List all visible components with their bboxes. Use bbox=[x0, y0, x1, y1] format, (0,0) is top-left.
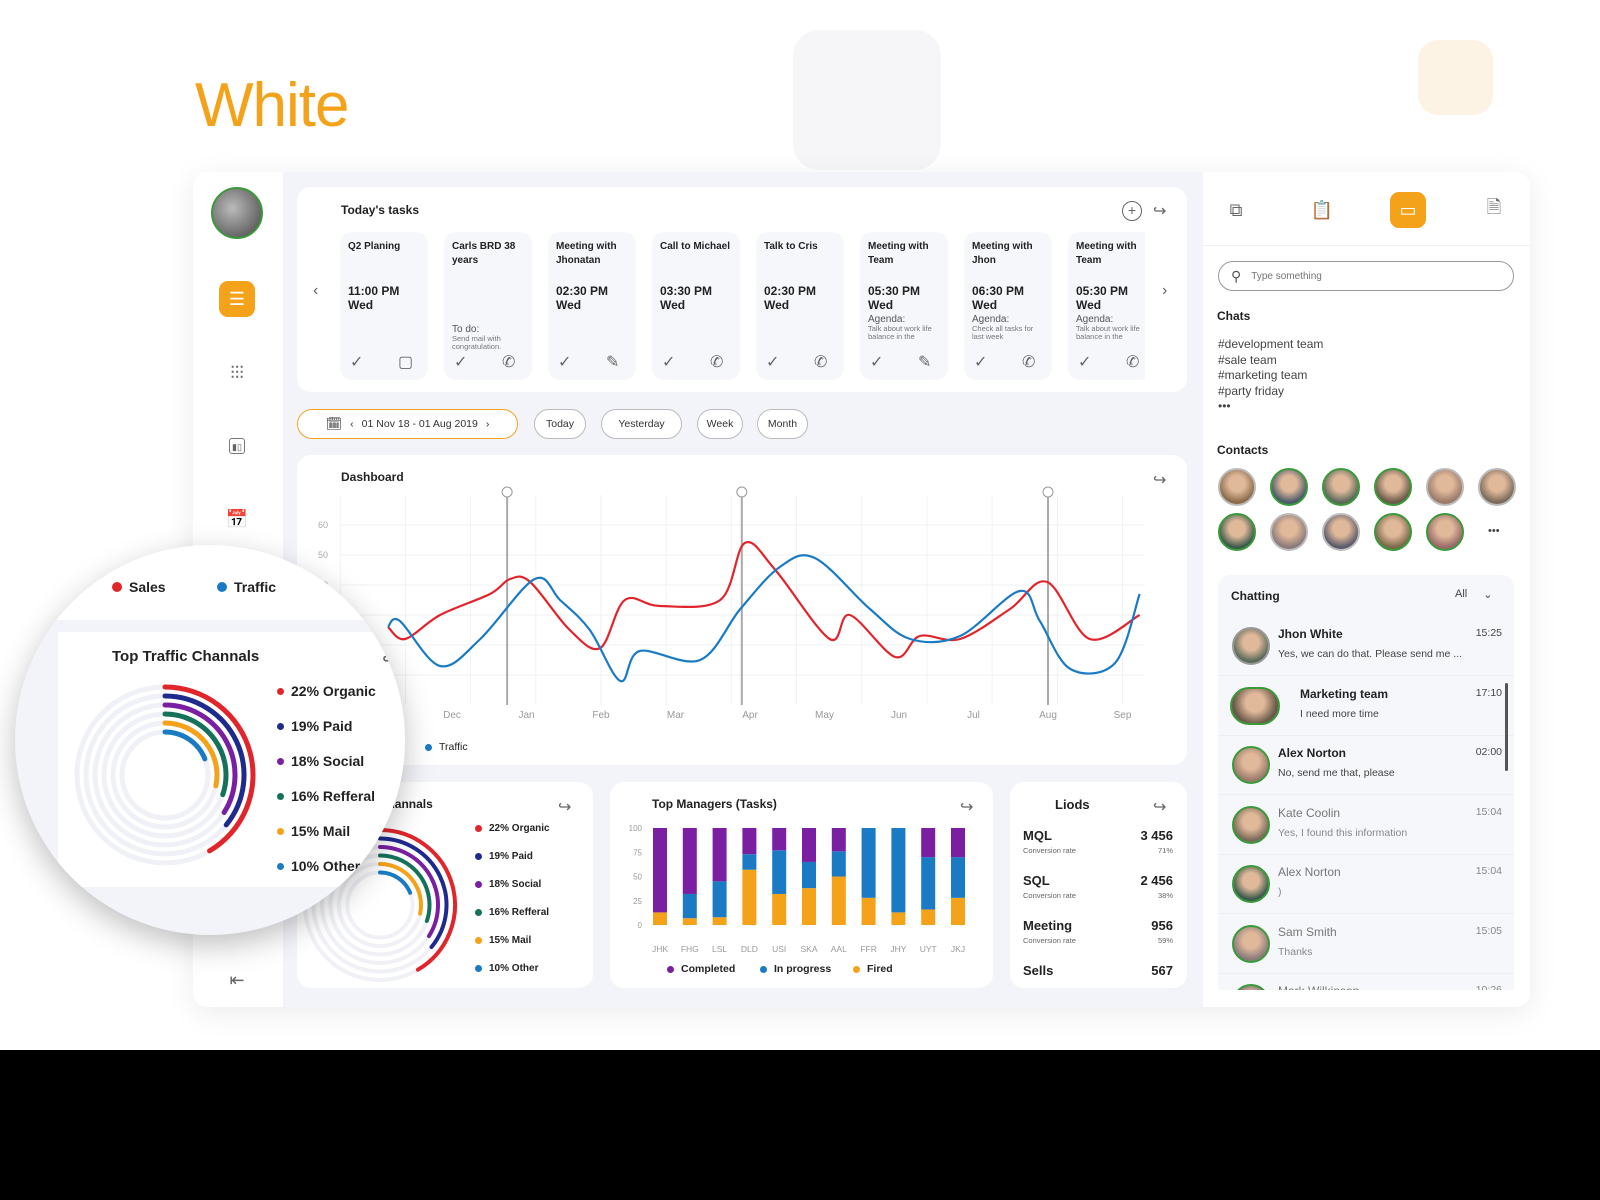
chat-sender: Jhon White bbox=[1278, 627, 1343, 641]
magnified-channels-title: Top Traffic Channals bbox=[112, 648, 260, 665]
legend-sales: Sales bbox=[112, 579, 166, 595]
chat-avatar bbox=[1232, 865, 1270, 903]
magnifier-callout: Sales Traffic Top Traffic Channals ↪ 22%… bbox=[15, 545, 405, 935]
chat-message-row[interactable]: Marketing team I need more time 17:10 bbox=[1218, 676, 1514, 736]
chat-avatar bbox=[1232, 924, 1270, 963]
chat-preview: ) bbox=[1278, 886, 1282, 898]
chat-avatar bbox=[1232, 627, 1270, 665]
chat-message-row[interactable]: Alex Norton No, send me that, please 02:… bbox=[1218, 736, 1514, 795]
magnified-legend-paid: 19% Paid bbox=[277, 718, 352, 734]
chat-time: 15:05 bbox=[1475, 924, 1502, 937]
chat-avatar bbox=[1232, 805, 1270, 844]
chat-avatar bbox=[1230, 686, 1280, 725]
chat-sender: Kate Coolin bbox=[1278, 805, 1341, 820]
chat-time: 02:00 bbox=[1475, 746, 1502, 758]
chat-sender: Alex Norton bbox=[1278, 865, 1341, 879]
chat-time: 17:10 bbox=[1475, 686, 1502, 699]
chat-time: 15:04 bbox=[1475, 865, 1502, 877]
chat-preview: Yes, I found this information bbox=[1278, 826, 1408, 839]
magnified-legend-mail: 15% Mail bbox=[277, 823, 350, 839]
chat-sender: Sam Smith bbox=[1278, 924, 1337, 939]
chat-avatar bbox=[1232, 746, 1270, 784]
chat-preview: Thanks bbox=[1278, 945, 1313, 958]
chat-preview: I need more time bbox=[1300, 707, 1379, 720]
magnified-legend bbox=[15, 545, 405, 620]
chat-avatar bbox=[1232, 984, 1270, 990]
chat-time: 15:04 bbox=[1475, 805, 1502, 818]
chat-message-row[interactable]: Mark Wilkinson 10:26 bbox=[1218, 974, 1514, 990]
chat-sender: Alex Norton bbox=[1278, 746, 1347, 760]
bottom-black-band bbox=[0, 1050, 1600, 1200]
legend-traffic-magnified: Traffic bbox=[217, 579, 276, 595]
magnified-share-button[interactable]: ↪ bbox=[382, 648, 399, 673]
chat-sender: Mark Wilkinson bbox=[1278, 984, 1359, 990]
chat-message-row[interactable]: Jhon White Yes, we can do that. Please s… bbox=[1218, 617, 1514, 676]
chat-scrollbar[interactable] bbox=[1505, 683, 1508, 771]
chat-time: 10:26 bbox=[1475, 984, 1502, 990]
chat-preview: Yes, we can do that. Please send me ... bbox=[1278, 648, 1463, 660]
chat-preview: No, send me that, please bbox=[1278, 767, 1395, 779]
chat-message-row[interactable]: Alex Norton ) 15:04 bbox=[1218, 855, 1514, 914]
chat-time: 15:25 bbox=[1475, 627, 1502, 639]
chat-message-row[interactable]: Kate Coolin Yes, I found this informatio… bbox=[1218, 795, 1514, 855]
chat-message-row[interactable]: Sam Smith Thanks 15:05 bbox=[1218, 914, 1514, 974]
magnified-legend-other: 10% Other bbox=[277, 858, 360, 874]
radial-chart-magnified bbox=[74, 684, 256, 866]
chat-sender: Marketing team bbox=[1300, 686, 1389, 701]
magnified-legend-organic: 22% Organic bbox=[277, 683, 376, 699]
magnified-legend-refferal: 16% Refferal bbox=[277, 788, 375, 804]
magnified-legend-social: 18% Social bbox=[277, 753, 364, 769]
